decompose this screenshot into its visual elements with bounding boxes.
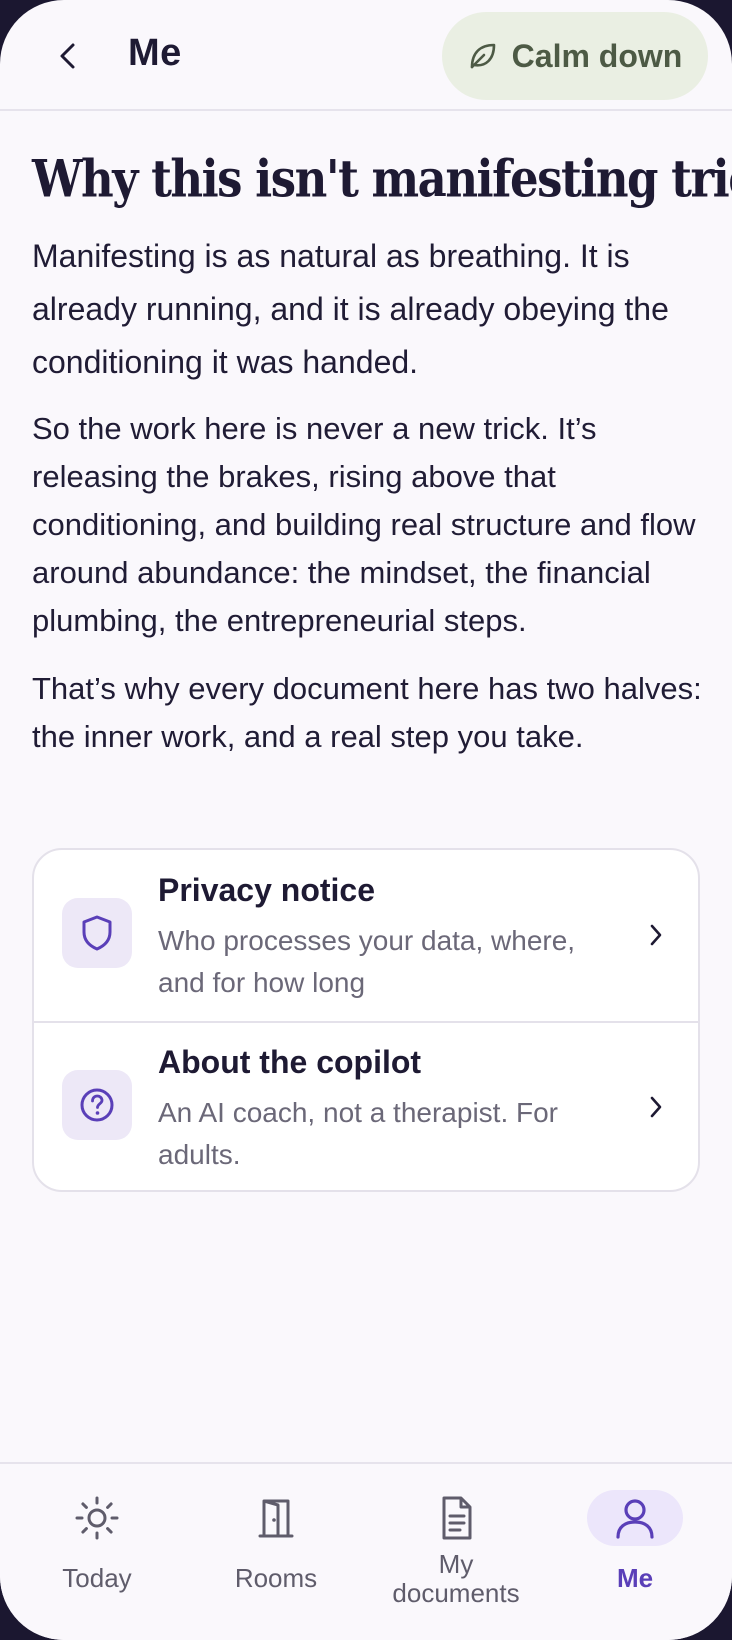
nav-icon-container [228,1490,324,1546]
nav-item-today[interactable]: Today [7,1464,187,1640]
sun-icon [75,1496,119,1540]
nav-icon-container [408,1490,504,1546]
back-button[interactable] [48,34,88,78]
nav-label: Me [616,1563,654,1593]
article-paragraph: Manifesting is as natural as breathing. … [32,238,669,380]
bottom-navigation: Today Rooms My documents Me [0,1462,732,1640]
nav-icon-container [49,1490,145,1546]
question-circle-icon [80,1088,114,1122]
row-subtitle: Who processes your data, where, and for … [158,925,576,998]
nav-item-me[interactable]: Me [545,1464,725,1640]
row-title: About the copilot [158,1044,422,1080]
nav-label: Today [62,1563,132,1593]
row-icon-container [62,1070,132,1140]
top-app-bar: Me Calm down [0,0,732,111]
article-paragraph: That’s why every document here has two h… [32,671,702,754]
calm-down-button[interactable]: Calm down [442,12,708,100]
article-paragraph: So the work here is never a new trick. I… [32,411,696,638]
screen: Me Calm down Why this isn't manifesting … [0,0,732,1640]
document-icon [442,1496,472,1540]
about-copilot-link[interactable]: About the copilot An AI coach, not a the… [34,1022,698,1190]
nav-item-rooms[interactable]: Rooms [186,1464,366,1640]
person-icon [616,1499,654,1539]
links-card: Privacy notice Who processes your data, … [32,848,700,1192]
row-icon-container [62,898,132,968]
row-title: Privacy notice [158,872,375,908]
chevron-right-icon [644,918,668,952]
nav-label: My documents [392,1549,520,1608]
calm-down-label: Calm down [511,37,683,74]
chevron-right-icon [644,1090,668,1124]
nav-label: Rooms [234,1563,318,1593]
row-subtitle: An AI coach, not a therapist. For adults… [158,1097,558,1170]
chevron-left-icon [60,43,75,69]
article-title: Why this isn't manifesting tricks [32,148,732,209]
nav-icon-container [587,1490,683,1546]
leaf-icon [470,43,495,69]
page-title: Me [128,32,182,74]
nav-item-my-documents[interactable]: My documents [366,1464,546,1640]
article: Why this isn't manifesting tricks Manife… [32,140,732,781]
privacy-notice-link[interactable]: Privacy notice Who processes your data, … [34,850,698,1023]
shield-icon [82,915,112,951]
door-icon [258,1499,294,1538]
